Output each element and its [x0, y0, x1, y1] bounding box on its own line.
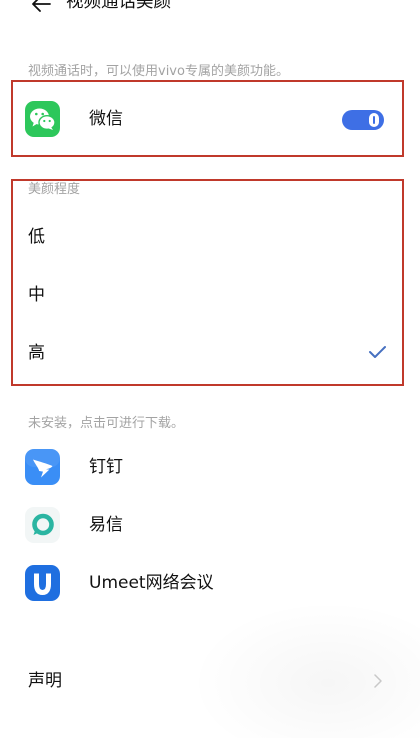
statement-label: 声明	[28, 671, 62, 691]
dingtalk-icon	[25, 449, 60, 485]
download-row-dingtalk[interactable]: 钉钉	[12, 438, 402, 496]
download-row-umeet[interactable]: Umeet网络会议	[12, 554, 402, 612]
checkmark-icon	[369, 346, 386, 358]
back-button[interactable]	[28, 0, 54, 14]
chevron-right-icon	[374, 674, 382, 688]
app-name-yixin: 易信	[89, 515, 123, 535]
page-title: 视频通话美颜	[66, 0, 171, 12]
app-name-dingtalk: 钉钉	[89, 457, 123, 477]
download-row-yixin[interactable]: 易信	[12, 496, 402, 554]
option-label: 中	[28, 285, 45, 305]
toggle-knob	[369, 113, 379, 127]
app-name-umeet: Umeet网络会议	[89, 573, 214, 593]
wechat-icon	[25, 101, 60, 137]
beauty-level-option-high[interactable]: 高	[12, 324, 402, 382]
not-installed-hint: 未安装，点击可进行下载。	[28, 416, 185, 431]
beauty-level-label: 美颜程度	[28, 182, 81, 197]
beauty-intro-text: 视频通话时，可以使用vivo专属的美颜功能。	[28, 64, 289, 79]
yixin-icon	[25, 507, 60, 543]
app-name-wechat: 微信	[89, 109, 123, 129]
wechat-beauty-toggle[interactable]	[342, 110, 384, 130]
option-label: 高	[28, 343, 45, 363]
option-label: 低	[28, 227, 45, 247]
umeet-icon	[25, 565, 60, 601]
beauty-level-option-low[interactable]: 低	[12, 208, 402, 266]
statement-row[interactable]: 声明	[12, 652, 402, 710]
header: 视频通话美颜	[0, 0, 420, 20]
beauty-level-option-medium[interactable]: 中	[12, 266, 402, 324]
arrow-left-icon	[32, 0, 51, 12]
toggle-knob-line	[373, 116, 375, 124]
